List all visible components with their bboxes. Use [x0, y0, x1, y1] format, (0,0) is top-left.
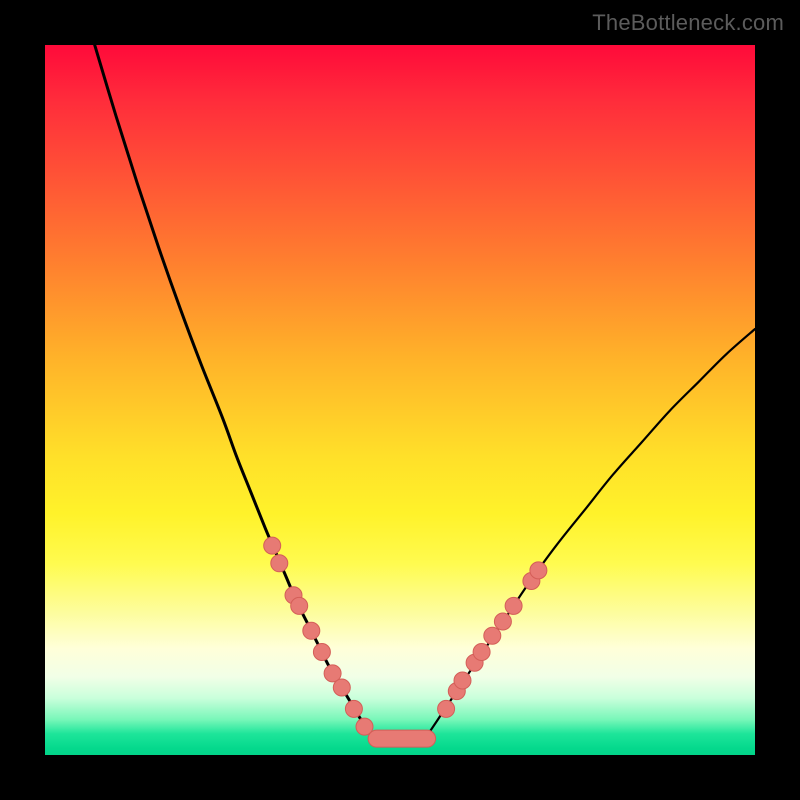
chart-frame: TheBottleneck.com	[0, 0, 800, 800]
watermark-text: TheBottleneck.com	[592, 10, 784, 36]
data-marker	[333, 679, 350, 696]
data-marker	[494, 613, 511, 630]
plot-area	[45, 45, 755, 755]
marker-group	[264, 537, 547, 735]
data-marker	[291, 597, 308, 614]
left-curve	[95, 45, 372, 734]
data-marker	[313, 644, 330, 661]
data-marker	[484, 627, 501, 644]
data-marker	[271, 555, 288, 572]
data-marker	[303, 622, 320, 639]
data-marker	[454, 672, 471, 689]
data-marker	[264, 537, 281, 554]
data-marker	[473, 644, 490, 661]
data-marker	[530, 562, 547, 579]
right-curve	[428, 329, 755, 734]
data-marker	[345, 700, 362, 717]
data-marker	[505, 597, 522, 614]
valley-pill	[368, 730, 436, 747]
curve-group	[95, 45, 755, 739]
data-marker	[438, 700, 455, 717]
chart-svg	[45, 45, 755, 755]
